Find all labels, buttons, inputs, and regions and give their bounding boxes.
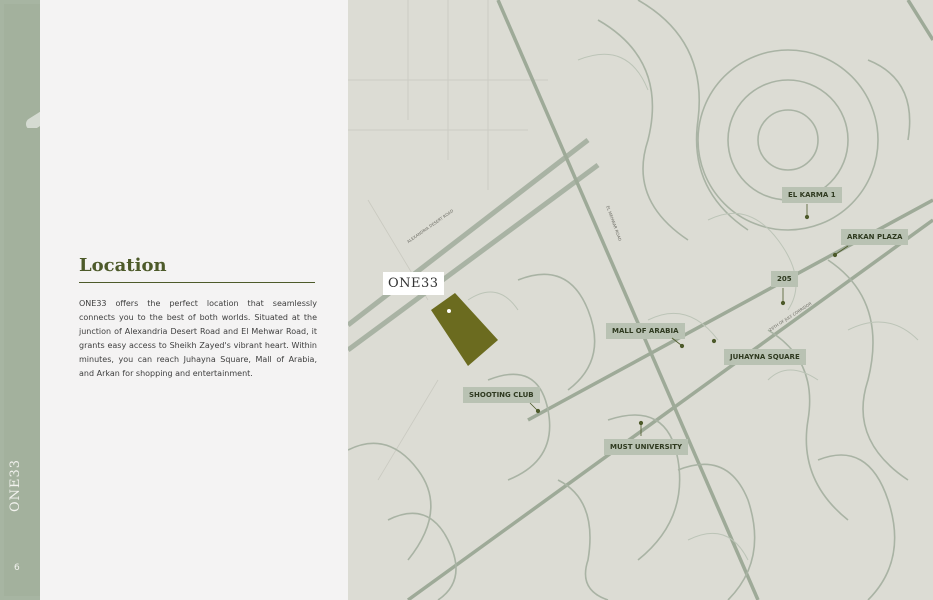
landmark-pins [529, 204, 849, 436]
